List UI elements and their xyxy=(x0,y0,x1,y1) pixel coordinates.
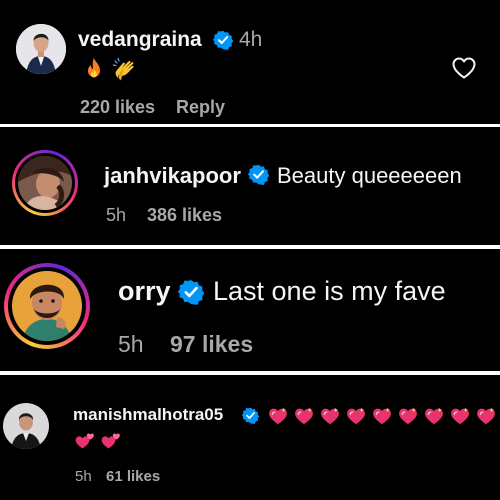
comment-text: Last one is my fave xyxy=(213,276,446,306)
comment-text xyxy=(82,56,142,82)
sparkling-heart-emoji-icon xyxy=(320,407,340,425)
comment-time: 5h xyxy=(118,331,144,357)
username[interactable]: manishmalhotra05 xyxy=(73,405,223,425)
comment-time: 5h xyxy=(75,468,92,485)
like-count: 61 likes xyxy=(106,468,161,485)
sparkling-heart-emoji-icon xyxy=(450,407,470,425)
sparkling-heart-emoji-icon xyxy=(346,407,366,425)
avatar[interactable] xyxy=(12,271,82,341)
comment-time: 4h xyxy=(239,28,263,51)
username[interactable]: vedangraina xyxy=(78,28,202,52)
sparkling-heart-emoji-icon xyxy=(424,407,444,425)
sparkling-heart-emoji-icon xyxy=(294,407,314,425)
username[interactable]: janhvikapoor xyxy=(104,163,241,189)
verified-badge-icon xyxy=(213,30,233,50)
comment-text xyxy=(266,405,500,457)
like-count: 220 likes xyxy=(80,97,156,117)
verified-badge-icon xyxy=(242,407,259,424)
comment-vedangraina: vedangraina 4h 220 likes Reply xyxy=(0,0,500,124)
two-hearts-emoji-icon xyxy=(75,432,95,450)
like-count: 97 likes xyxy=(170,331,254,357)
verified-badge-icon xyxy=(178,279,204,305)
clapping-hands-emoji-icon xyxy=(112,57,134,81)
sparkling-heart-emoji-icon xyxy=(476,407,496,425)
comment-time: 5h xyxy=(106,205,127,225)
comment-text: Beauty queeeeeen xyxy=(277,163,462,188)
avatar[interactable] xyxy=(3,403,49,449)
comment-orry: orry Last one is my fave 5h 97 likes xyxy=(0,249,500,371)
verified-badge-icon xyxy=(248,164,269,185)
heart-outline-icon[interactable] xyxy=(451,56,477,80)
sparkling-heart-emoji-icon xyxy=(398,407,418,425)
two-hearts-emoji-icon xyxy=(101,432,121,450)
avatar[interactable] xyxy=(16,24,66,74)
comment-manishmalhotra05: manishmalhotra05 5h 61 likes xyxy=(0,375,500,500)
like-count: 386 likes xyxy=(147,205,223,225)
username[interactable]: orry xyxy=(118,276,171,307)
fire-emoji-icon xyxy=(88,58,100,78)
reply-button[interactable]: Reply xyxy=(176,97,225,118)
avatar[interactable] xyxy=(18,156,72,210)
comment-janhvikapoor: janhvikapoor Beauty queeeeeen 5h 386 lik… xyxy=(0,127,500,245)
sparkling-heart-emoji-icon xyxy=(372,407,392,425)
sparkling-heart-emoji-icon xyxy=(268,407,288,425)
